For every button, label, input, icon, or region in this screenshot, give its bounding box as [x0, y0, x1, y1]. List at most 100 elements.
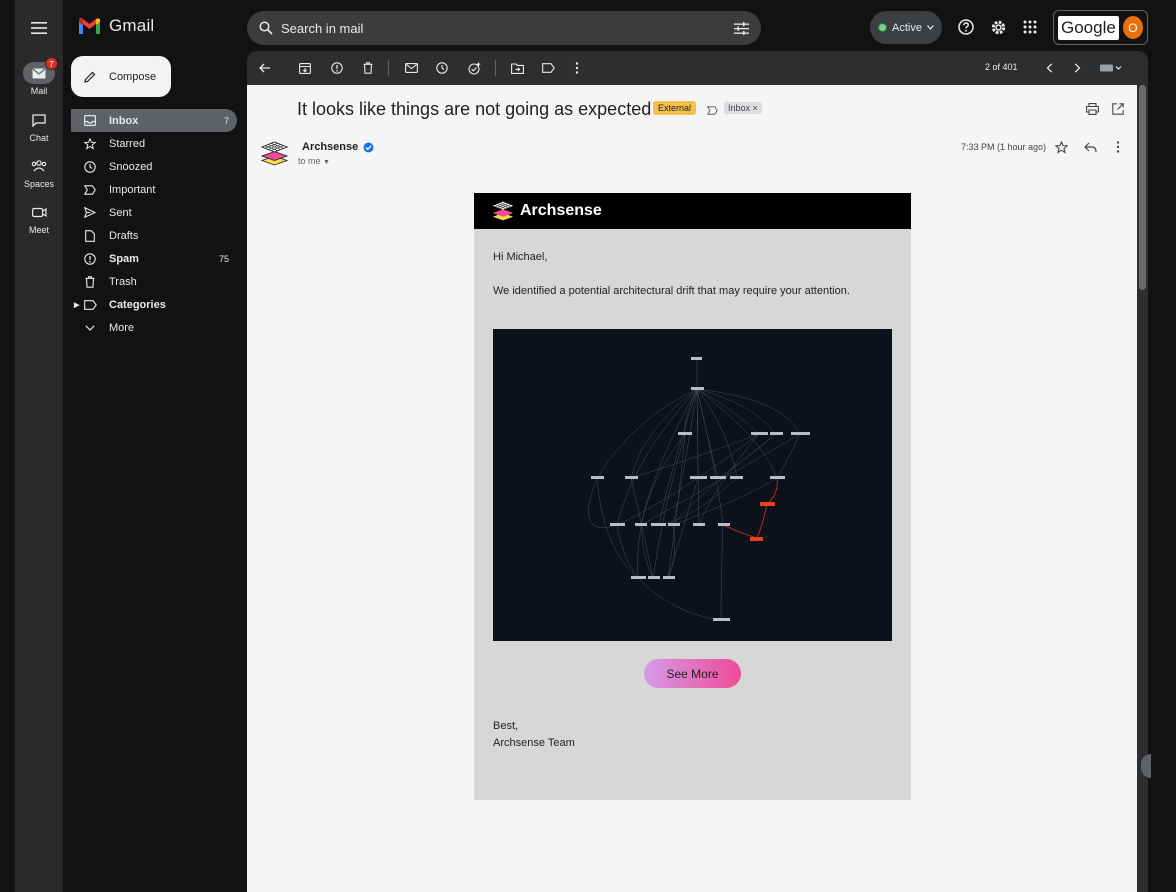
nav-item-label: Sent — [109, 206, 132, 219]
verified-badge-icon — [363, 142, 374, 152]
rail-item-chat[interactable]: Chat — [15, 109, 63, 143]
email-body: Archsense Hi Michael, We identified a po… — [474, 193, 911, 800]
remove-label-icon[interactable]: × — [753, 103, 758, 113]
expand-caret-icon[interactable]: ▶ — [74, 301, 79, 309]
mail-icon — [32, 68, 46, 78]
account-switcher[interactable]: Google O — [1053, 10, 1148, 45]
search-icon[interactable] — [259, 21, 273, 35]
architecture-graph-image — [493, 329, 892, 641]
reply-button[interactable] — [1082, 139, 1098, 155]
nav-item-starred[interactable]: Starred — [71, 132, 237, 155]
newer-button[interactable] — [1041, 60, 1057, 76]
drift-node-marker — [760, 502, 775, 506]
open-new-window-button[interactable] — [1110, 101, 1126, 117]
trash-icon — [363, 62, 373, 74]
external-label: External — [653, 101, 697, 115]
chat-icon — [32, 113, 46, 127]
nav-item-more[interactable]: More — [71, 316, 237, 339]
apps-grid-icon — [1023, 20, 1037, 34]
nav-item-spam[interactable]: Spam 75 — [71, 247, 237, 270]
add-task-icon — [467, 62, 480, 75]
message-more-button[interactable] — [1110, 139, 1126, 155]
chevron-down-icon — [85, 324, 95, 331]
rail-item-label: Meet — [28, 225, 49, 235]
search-options-icon[interactable] — [734, 21, 749, 35]
chevron-down-icon — [927, 25, 934, 30]
nav-item-label: Important — [109, 183, 156, 196]
archsense-logo-icon — [492, 201, 514, 221]
nav-item-inbox[interactable]: Inbox 7 — [71, 109, 237, 132]
main-menu-button[interactable] — [17, 18, 61, 38]
move-to-button[interactable] — [509, 60, 525, 76]
pagination-label: 2 of 401 — [985, 62, 1018, 72]
report-spam-button[interactable] — [329, 60, 345, 76]
mark-unread-button[interactable] — [403, 60, 419, 76]
important-marker-icon — [84, 184, 96, 195]
compose-button[interactable]: Compose — [71, 56, 171, 97]
archive-button[interactable] — [297, 60, 313, 76]
star-icon — [1054, 140, 1068, 154]
label-icon — [83, 299, 97, 310]
rail-item-spaces[interactable]: Spaces — [15, 155, 63, 189]
see-more-button[interactable]: See More — [644, 659, 741, 688]
unread-count: 75 — [218, 253, 229, 264]
more-actions-button[interactable] — [569, 60, 585, 76]
status-dot — [878, 23, 888, 32]
caret-down-icon: ▼ — [323, 159, 330, 166]
input-tools-button[interactable] — [1099, 60, 1123, 76]
status-selector[interactable]: Active — [870, 11, 942, 44]
important-marker-icon[interactable] — [706, 102, 718, 120]
avatar[interactable]: O — [1122, 16, 1143, 39]
gmail-m-icon — [79, 18, 100, 34]
settings-button[interactable] — [988, 17, 1008, 37]
nav-item-trash[interactable]: Trash — [71, 270, 237, 293]
spam-icon — [331, 62, 343, 74]
help-button[interactable] — [956, 17, 976, 37]
folder-move-icon — [510, 62, 524, 74]
rail-item-label: Mail — [30, 86, 48, 96]
trash-icon — [85, 275, 95, 288]
search-input[interactable] — [281, 20, 734, 36]
recipient-details-toggle[interactable]: to me ▼ — [298, 156, 330, 166]
print-button[interactable] — [1084, 101, 1100, 117]
toolbar-divider — [495, 60, 496, 76]
rail-item-meet[interactable]: Meet — [15, 201, 63, 235]
rail-item-label: Spaces — [23, 179, 55, 189]
back-button[interactable] — [257, 60, 273, 76]
help-icon — [958, 19, 974, 35]
nav-item-label: Snoozed — [109, 160, 153, 173]
mail-unread-badge: 7 — [45, 57, 58, 70]
chevron-left-icon — [1046, 63, 1052, 73]
chevron-right-icon — [1074, 63, 1080, 73]
sender-name[interactable]: Archsense — [302, 141, 374, 153]
nav-item-categories[interactable]: ▶ Categories — [71, 293, 237, 316]
spam-icon — [84, 252, 96, 265]
recipient-text: to me — [298, 156, 321, 166]
inbox-label-chip[interactable]: Inbox × — [724, 102, 762, 114]
add-to-tasks-button[interactable] — [466, 60, 482, 76]
apps-button[interactable] — [1020, 17, 1040, 37]
google-brand: Google — [1058, 15, 1119, 40]
signoff-line: Best, — [493, 720, 519, 732]
delete-button[interactable] — [360, 60, 376, 76]
email-subject: It looks like things are not going as ex… — [297, 99, 652, 119]
labels-button[interactable] — [540, 60, 556, 76]
snooze-button[interactable] — [434, 60, 450, 76]
email-banner: Archsense — [474, 193, 911, 229]
side-panel-toggle[interactable] — [1141, 754, 1151, 778]
open-in-new-icon — [1112, 103, 1124, 115]
nav-item-important[interactable]: Important — [71, 178, 237, 201]
nav-item-sent[interactable]: Sent — [71, 201, 237, 224]
gmail-logo[interactable]: Gmail — [78, 16, 154, 36]
keyboard-icon — [1100, 64, 1122, 72]
older-button[interactable] — [1069, 60, 1085, 76]
menu-icon — [31, 22, 47, 34]
email-signoff: Best, Archsense Team — [493, 718, 575, 752]
rail-item-mail[interactable]: 7 Mail — [15, 57, 63, 96]
nav-item-label: Inbox — [109, 114, 139, 127]
scrollbar-thumb[interactable] — [1139, 85, 1146, 290]
nav-item-snoozed[interactable]: Snoozed — [71, 155, 237, 178]
nav-item-drafts[interactable]: Drafts — [71, 224, 237, 247]
sender-name-text: Archsense — [302, 141, 359, 153]
star-button[interactable] — [1053, 139, 1069, 155]
